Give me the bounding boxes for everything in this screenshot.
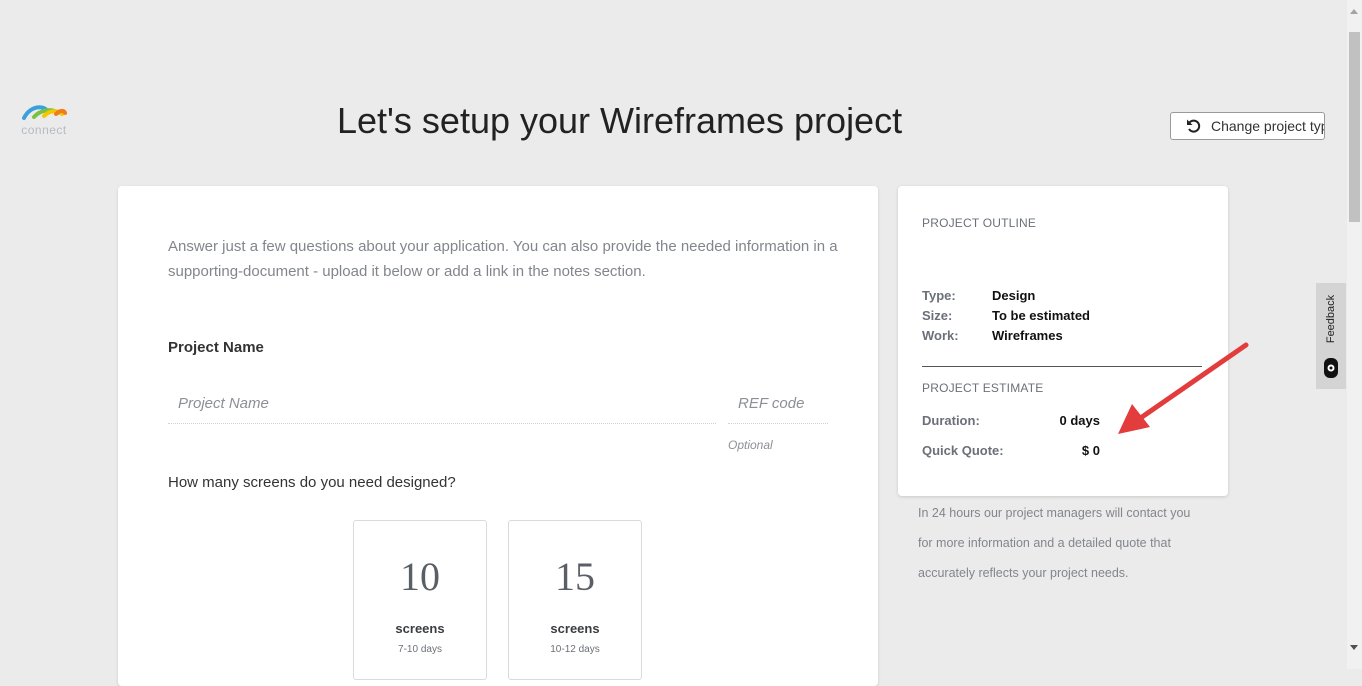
ref-code-optional-note: Optional	[728, 438, 773, 452]
screen-option-10[interactable]: 10 screens 7-10 days	[353, 520, 487, 680]
screen-option-days: 7-10 days	[398, 644, 442, 655]
scrollbar-thumb[interactable]	[1349, 32, 1360, 222]
change-project-type-button[interactable]: Change project type	[1170, 112, 1325, 140]
intro-text: Answer just a few questions about your a…	[168, 238, 838, 280]
feedback-icon	[1323, 357, 1339, 384]
project-name-input[interactable]	[168, 384, 716, 424]
project-manager-note: In 24 hours our project managers will co…	[918, 506, 1191, 580]
change-project-type-label: Change project type	[1211, 118, 1325, 134]
screen-option-unit: screens	[395, 621, 445, 636]
screen-option-unit: screens	[550, 621, 600, 636]
quick-quote-label: Quick Quote:	[922, 443, 1004, 458]
work-label: Work:	[922, 328, 959, 343]
connect-logo-icon	[22, 105, 67, 120]
screens-question: How many screens do you need designed?	[168, 474, 456, 491]
ref-code-input[interactable]	[728, 384, 828, 424]
screen-option-15[interactable]: 15 screens 10-12 days	[508, 520, 642, 680]
project-estimate-title: PROJECT ESTIMATE	[922, 381, 1044, 395]
type-label: Type:	[922, 288, 956, 303]
screen-option-count: 10	[400, 554, 440, 599]
page-scrollbar[interactable]	[1347, 0, 1362, 669]
connect-logo[interactable]: connect	[18, 104, 72, 138]
red-arrow-annotation	[1118, 342, 1249, 434]
logo-text: connect	[21, 123, 67, 137]
duration-value: 0 days	[1059, 413, 1100, 428]
page-title: Let's setup your Wireframes project	[337, 100, 903, 141]
feedback-label: Feedback	[1325, 294, 1337, 344]
undo-arrow-icon	[1185, 117, 1203, 135]
screen-option-count: 15	[555, 554, 595, 599]
type-value: Design	[992, 288, 1036, 303]
quick-quote-value: $ 0	[1081, 443, 1100, 458]
project-name-label: Project Name	[168, 339, 264, 356]
work-value: Wireframes	[992, 328, 1063, 343]
feedback-tab[interactable]: Feedback	[1316, 283, 1346, 389]
project-form-card: Answer just a few questions about your a…	[118, 186, 878, 686]
size-value: To be estimated	[992, 308, 1091, 323]
scroll-up-arrow-icon[interactable]	[1350, 9, 1358, 14]
size-label: Size:	[922, 308, 953, 323]
scroll-down-arrow-icon[interactable]	[1350, 645, 1358, 650]
duration-label: Duration:	[922, 413, 980, 428]
project-outline-title: PROJECT OUTLINE	[922, 216, 1037, 230]
screen-option-days: 10-12 days	[550, 644, 600, 655]
